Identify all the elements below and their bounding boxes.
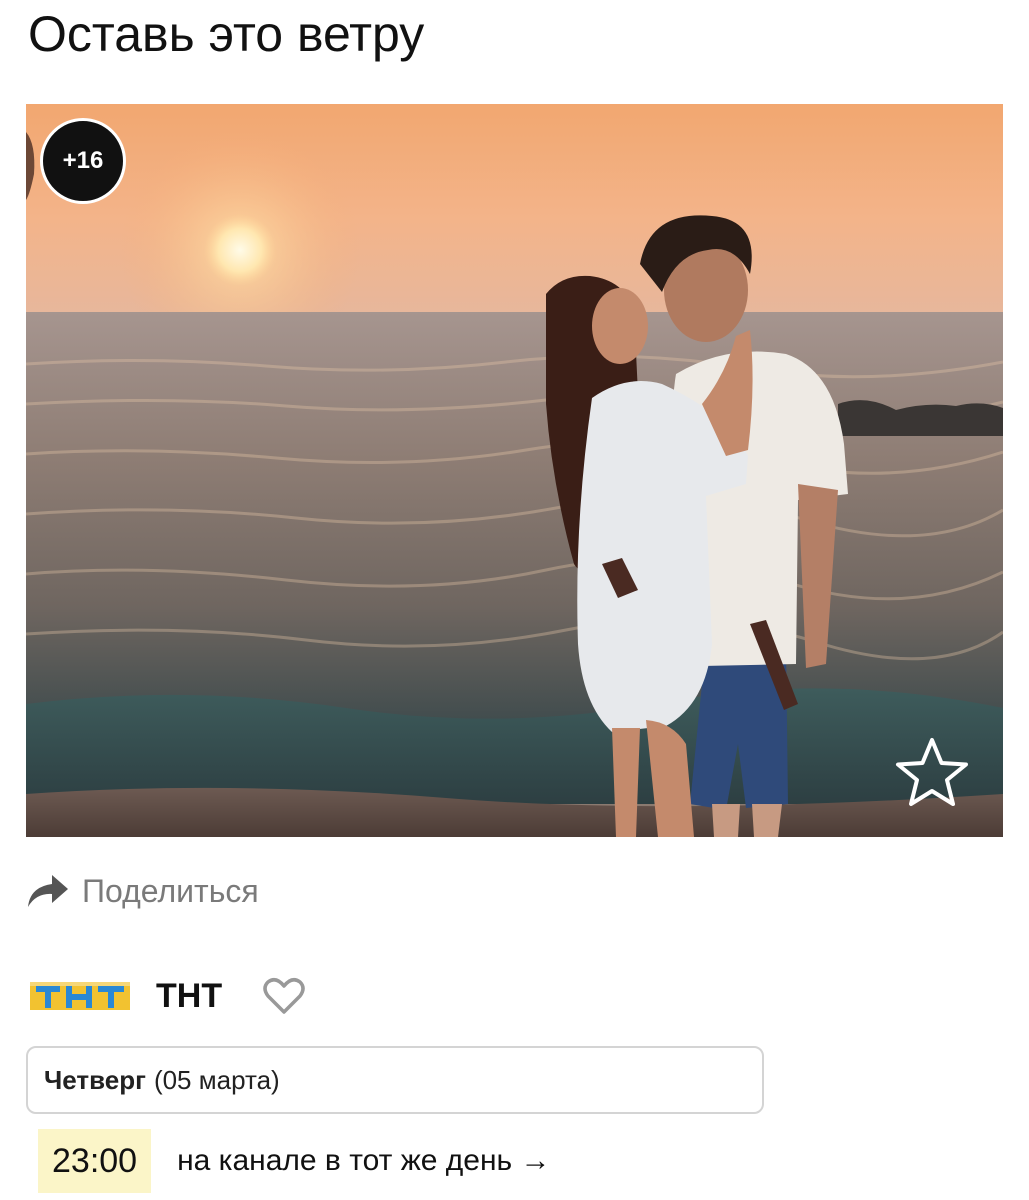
heart-outline-icon[interactable] bbox=[262, 976, 306, 1016]
poster-image bbox=[26, 104, 1003, 837]
show-poster[interactable]: +16 bbox=[26, 104, 1003, 837]
star-outline-icon[interactable] bbox=[892, 734, 972, 814]
channel-name[interactable]: ТНТ bbox=[156, 977, 222, 1016]
broadcast-time: 23:00 bbox=[38, 1129, 152, 1193]
channel-logo[interactable] bbox=[30, 978, 130, 1014]
schedule-row: 23:00 на канале в тот же день → bbox=[38, 1128, 551, 1194]
date-select[interactable]: Четверг (05 марта) bbox=[26, 1046, 764, 1114]
share-button[interactable]: Поделиться bbox=[26, 868, 259, 914]
channel-row: ТНТ bbox=[30, 968, 306, 1024]
share-label: Поделиться bbox=[82, 872, 259, 909]
same-day-channel-link[interactable]: на канале в тот же день → bbox=[177, 1144, 550, 1178]
date-select-day: Четверг bbox=[44, 1064, 146, 1095]
share-arrow-icon bbox=[28, 875, 68, 907]
page-title: Оставь это ветру bbox=[28, 6, 425, 62]
age-rating-badge: +16 bbox=[40, 118, 126, 204]
date-select-date: (05 марта) bbox=[153, 1064, 280, 1095]
